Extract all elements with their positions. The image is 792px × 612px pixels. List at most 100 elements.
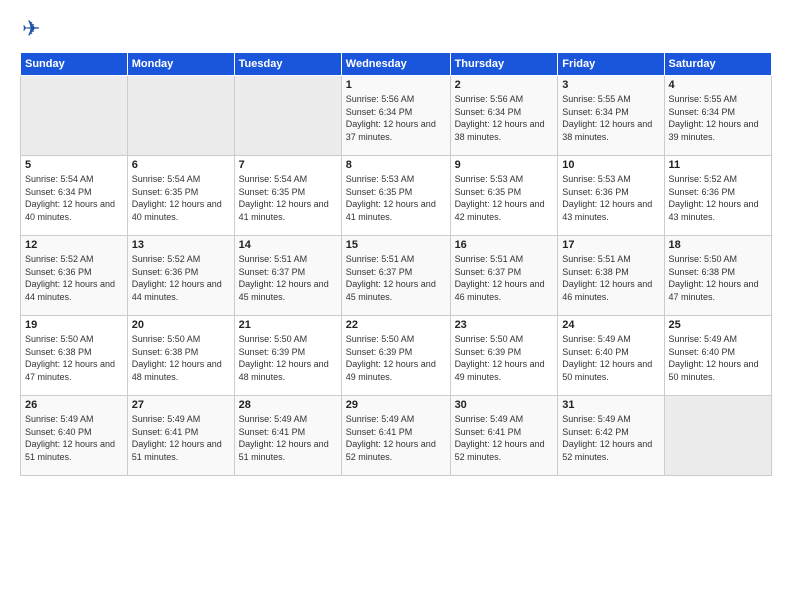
calendar-day-cell: 3 Sunrise: 5:55 AMSunset: 6:34 PMDaylight… (558, 76, 664, 156)
calendar-day-cell (664, 396, 771, 476)
calendar-day-cell: 20 Sunrise: 5:50 AMSunset: 6:38 PMDayligh… (127, 316, 234, 396)
calendar-day-cell: 5 Sunrise: 5:54 AMSunset: 6:34 PMDaylight… (21, 156, 128, 236)
day-info: Sunrise: 5:50 AMSunset: 6:39 PMDaylight:… (455, 333, 554, 383)
day-number: 15 (346, 239, 446, 251)
calendar-day-cell: 24 Sunrise: 5:49 AMSunset: 6:40 PMDayligh… (558, 316, 664, 396)
day-number: 9 (455, 159, 554, 171)
calendar-day-cell: 26 Sunrise: 5:49 AMSunset: 6:40 PMDayligh… (21, 396, 128, 476)
day-number: 8 (346, 159, 446, 171)
calendar-day-cell: 29 Sunrise: 5:49 AMSunset: 6:41 PMDayligh… (341, 396, 450, 476)
calendar-day-cell (21, 76, 128, 156)
day-number: 17 (562, 239, 659, 251)
calendar-day-cell: 8 Sunrise: 5:53 AMSunset: 6:35 PMDaylight… (341, 156, 450, 236)
day-info: Sunrise: 5:49 AMSunset: 6:40 PMDaylight:… (669, 333, 767, 383)
day-info: Sunrise: 5:49 AMSunset: 6:41 PMDaylight:… (346, 413, 446, 463)
weekday-header-cell: Monday (127, 53, 234, 76)
day-info: Sunrise: 5:52 AMSunset: 6:36 PMDaylight:… (132, 253, 230, 303)
day-number: 16 (455, 239, 554, 251)
day-info: Sunrise: 5:49 AMSunset: 6:41 PMDaylight:… (132, 413, 230, 463)
weekday-header-row: SundayMondayTuesdayWednesdayThursdayFrid… (21, 53, 772, 76)
calendar-day-cell: 16 Sunrise: 5:51 AMSunset: 6:37 PMDayligh… (450, 236, 558, 316)
day-info: Sunrise: 5:53 AMSunset: 6:35 PMDaylight:… (346, 173, 446, 223)
calendar-day-cell: 27 Sunrise: 5:49 AMSunset: 6:41 PMDayligh… (127, 396, 234, 476)
calendar-day-cell: 19Sunrise: 5:50 AMSunset: 6:38 PMDayligh… (21, 316, 128, 396)
day-info: Sunrise: 5:51 AMSunset: 6:37 PMDaylight:… (455, 253, 554, 303)
day-info: Sunrise: 5:56 AMSunset: 6:34 PMDaylight:… (455, 93, 554, 143)
day-number: 5 (25, 159, 123, 171)
day-info: Sunrise: 5:54 AMSunset: 6:35 PMDaylight:… (132, 173, 230, 223)
weekday-header-cell: Wednesday (341, 53, 450, 76)
day-number: 26 (25, 399, 123, 411)
day-number: 25 (669, 319, 767, 331)
weekday-header-cell: Friday (558, 53, 664, 76)
day-info: Sunrise: 5:52 AMSunset: 6:36 PMDaylight:… (669, 173, 767, 223)
calendar-day-cell: 6 Sunrise: 5:54 AMSunset: 6:35 PMDaylight… (127, 156, 234, 236)
calendar-day-cell: 10 Sunrise: 5:53 AMSunset: 6:36 PMDayligh… (558, 156, 664, 236)
day-info: Sunrise: 5:49 AMSunset: 6:40 PMDaylight:… (562, 333, 659, 383)
day-info: Sunrise: 5:50 AMSunset: 6:38 PMDaylight:… (132, 333, 230, 383)
calendar-table: SundayMondayTuesdayWednesdayThursdayFrid… (20, 52, 772, 476)
calendar-day-cell: 4Sunrise: 5:55 AMSunset: 6:34 PMDaylight… (664, 76, 771, 156)
calendar-day-cell: 7Sunrise: 5:54 AMSunset: 6:35 PMDaylight… (234, 156, 341, 236)
day-number: 3 (562, 79, 659, 91)
day-info: Sunrise: 5:49 AMSunset: 6:40 PMDaylight:… (25, 413, 123, 463)
calendar-week-row: 26 Sunrise: 5:49 AMSunset: 6:40 PMDayligh… (21, 396, 772, 476)
day-number: 11 (669, 159, 767, 171)
day-info: Sunrise: 5:52 AMSunset: 6:36 PMDaylight:… (25, 253, 123, 303)
day-info: Sunrise: 5:50 AMSunset: 6:38 PMDaylight:… (25, 333, 123, 383)
weekday-header-cell: Thursday (450, 53, 558, 76)
weekday-header-cell: Sunday (21, 53, 128, 76)
logo-bird-icon: ✈ (22, 16, 40, 42)
calendar-day-cell: 12Sunrise: 5:52 AMSunset: 6:36 PMDayligh… (21, 236, 128, 316)
page: ✈ SundayMondayTuesdayWednesdayThursdayFr… (0, 0, 792, 612)
day-number: 13 (132, 239, 230, 251)
day-info: Sunrise: 5:51 AMSunset: 6:37 PMDaylight:… (239, 253, 337, 303)
day-info: Sunrise: 5:54 AMSunset: 6:34 PMDaylight:… (25, 173, 123, 223)
calendar-day-cell: 21 Sunrise: 5:50 AMSunset: 6:39 PMDayligh… (234, 316, 341, 396)
day-info: Sunrise: 5:50 AMSunset: 6:38 PMDaylight:… (669, 253, 767, 303)
calendar-day-cell: 14 Sunrise: 5:51 AMSunset: 6:37 PMDayligh… (234, 236, 341, 316)
day-number: 10 (562, 159, 659, 171)
day-number: 27 (132, 399, 230, 411)
day-number: 21 (239, 319, 337, 331)
calendar-week-row: 1Sunrise: 5:56 AMSunset: 6:34 PMDaylight… (21, 76, 772, 156)
calendar-day-cell: 30Sunrise: 5:49 AMSunset: 6:41 PMDayligh… (450, 396, 558, 476)
day-info: Sunrise: 5:56 AMSunset: 6:34 PMDaylight:… (346, 93, 446, 143)
calendar-day-cell: 18 Sunrise: 5:50 AMSunset: 6:38 PMDayligh… (664, 236, 771, 316)
calendar-day-cell: 28Sunrise: 5:49 AMSunset: 6:41 PMDayligh… (234, 396, 341, 476)
calendar-week-row: 12Sunrise: 5:52 AMSunset: 6:36 PMDayligh… (21, 236, 772, 316)
weekday-header-cell: Saturday (664, 53, 771, 76)
calendar-day-cell: 23 Sunrise: 5:50 AMSunset: 6:39 PMDayligh… (450, 316, 558, 396)
calendar-day-cell: 17 Sunrise: 5:51 AMSunset: 6:38 PMDayligh… (558, 236, 664, 316)
calendar-day-cell (234, 76, 341, 156)
day-number: 20 (132, 319, 230, 331)
calendar-body: 1Sunrise: 5:56 AMSunset: 6:34 PMDaylight… (21, 76, 772, 476)
calendar-day-cell: 11 Sunrise: 5:52 AMSunset: 6:36 PMDayligh… (664, 156, 771, 236)
day-info: Sunrise: 5:51 AMSunset: 6:38 PMDaylight:… (562, 253, 659, 303)
day-info: Sunrise: 5:53 AMSunset: 6:35 PMDaylight:… (455, 173, 554, 223)
day-number: 23 (455, 319, 554, 331)
day-info: Sunrise: 5:55 AMSunset: 6:34 PMDaylight:… (669, 93, 767, 143)
calendar-week-row: 19Sunrise: 5:50 AMSunset: 6:38 PMDayligh… (21, 316, 772, 396)
day-info: Sunrise: 5:53 AMSunset: 6:36 PMDaylight:… (562, 173, 659, 223)
day-number: 7 (239, 159, 337, 171)
day-info: Sunrise: 5:50 AMSunset: 6:39 PMDaylight:… (239, 333, 337, 383)
day-info: Sunrise: 5:55 AMSunset: 6:34 PMDaylight:… (562, 93, 659, 143)
calendar-day-cell: 1Sunrise: 5:56 AMSunset: 6:34 PMDaylight… (341, 76, 450, 156)
day-info: Sunrise: 5:49 AMSunset: 6:41 PMDaylight:… (239, 413, 337, 463)
day-number: 14 (239, 239, 337, 251)
day-number: 18 (669, 239, 767, 251)
day-info: Sunrise: 5:51 AMSunset: 6:37 PMDaylight:… (346, 253, 446, 303)
calendar-day-cell: 22Sunrise: 5:50 AMSunset: 6:39 PMDayligh… (341, 316, 450, 396)
day-number: 22 (346, 319, 446, 331)
day-number: 6 (132, 159, 230, 171)
day-number: 29 (346, 399, 446, 411)
logo: ✈ (20, 16, 40, 42)
calendar-day-cell: 13 Sunrise: 5:52 AMSunset: 6:36 PMDayligh… (127, 236, 234, 316)
weekday-header-cell: Tuesday (234, 53, 341, 76)
day-number: 2 (455, 79, 554, 91)
calendar-day-cell: 25 Sunrise: 5:49 AMSunset: 6:40 PMDayligh… (664, 316, 771, 396)
calendar-day-cell: 9 Sunrise: 5:53 AMSunset: 6:35 PMDaylight… (450, 156, 558, 236)
calendar-day-cell (127, 76, 234, 156)
day-number: 24 (562, 319, 659, 331)
